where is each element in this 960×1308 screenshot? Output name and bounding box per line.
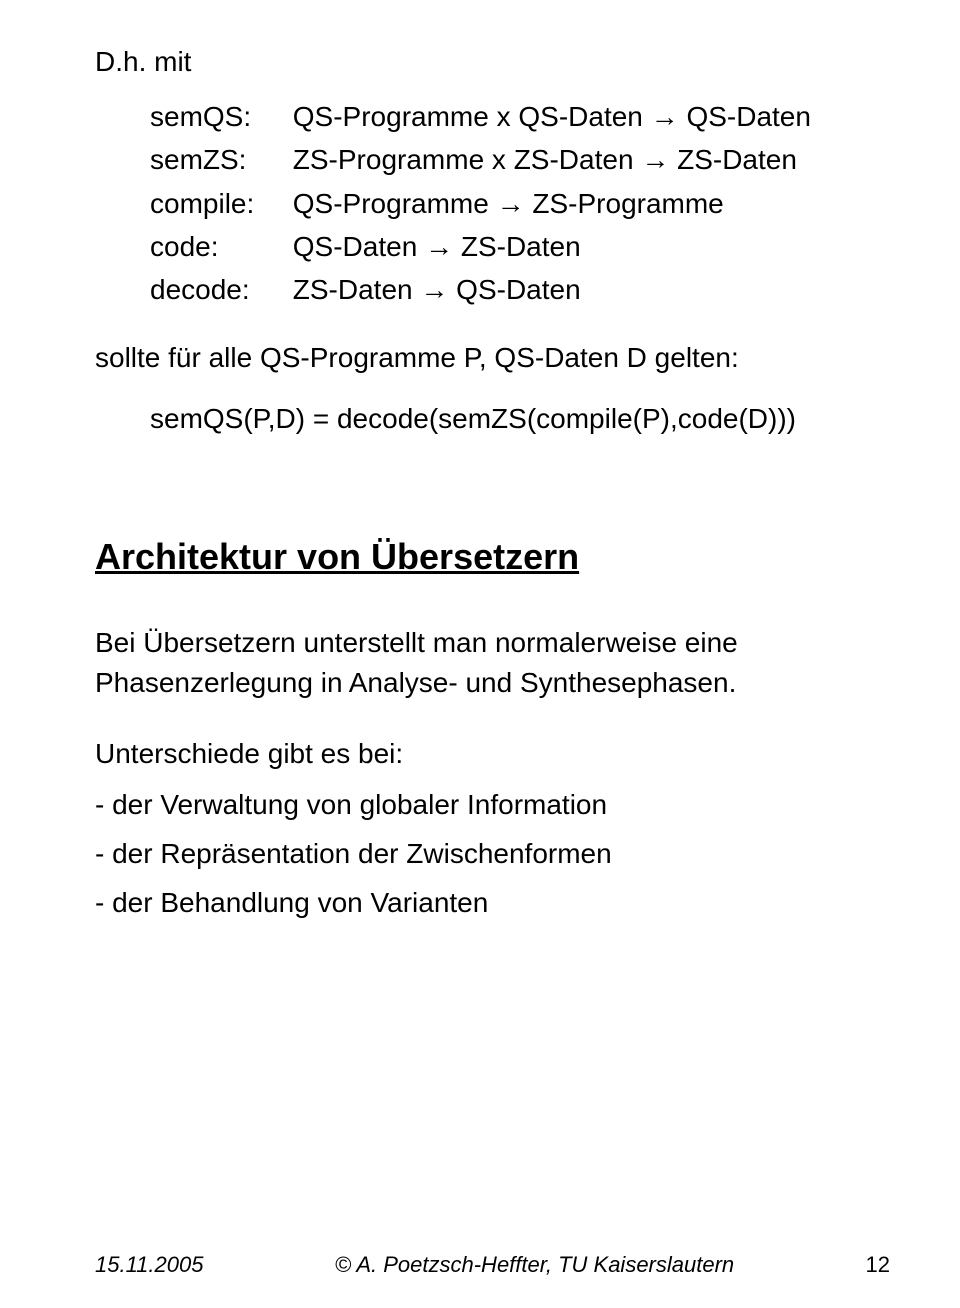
- intro-heading: D.h. mit: [95, 40, 890, 85]
- footer-date: 15.11.2005: [95, 1252, 203, 1278]
- def-rhs: ZS-Daten: [461, 231, 581, 262]
- def-semqs: semQS: QS-Programme x QS-Daten → QS-Date…: [150, 95, 890, 138]
- def-rhs: QS-Daten: [456, 274, 581, 305]
- page-footer: 15.11.2005 12 © A. Poetzsch-Heffter, TU …: [0, 1252, 960, 1278]
- def-lhs: ZS-Programme x ZS-Daten: [293, 144, 634, 175]
- equation: semQS(P,D) = decode(semZS(compile(P),cod…: [150, 397, 890, 440]
- def-lhs: ZS-Daten: [293, 274, 413, 305]
- def-compile: compile: QS-Programme → ZS-Programme: [150, 182, 890, 225]
- def-lhs: QS-Programme x QS-Daten: [293, 101, 643, 132]
- def-label: semQS:: [150, 95, 285, 138]
- arrow-icon: →: [641, 144, 669, 175]
- def-rhs: ZS-Programme: [532, 188, 723, 219]
- definition-block: semQS: QS-Programme x QS-Daten → QS-Date…: [150, 95, 890, 312]
- paragraph-1: Bei Übersetzern unterstellt man normaler…: [95, 623, 890, 704]
- list-item: - der Behandlung von Varianten: [95, 878, 890, 927]
- def-label: decode:: [150, 268, 285, 311]
- bullet-list: - der Verwaltung von globaler Informatio…: [95, 780, 890, 927]
- arrow-icon: →: [425, 231, 453, 262]
- def-lhs: QS-Daten: [293, 231, 418, 262]
- arrow-icon: →: [651, 101, 679, 132]
- footer-page-number: 12: [866, 1252, 890, 1278]
- arrow-icon: →: [497, 188, 525, 219]
- def-lhs: QS-Programme: [293, 188, 489, 219]
- def-label: semZS:: [150, 138, 285, 181]
- arrow-icon: →: [420, 274, 448, 305]
- def-semzs: semZS: ZS-Programme x ZS-Daten → ZS-Date…: [150, 138, 890, 181]
- list-item: - der Repräsentation der Zwischenformen: [95, 829, 890, 878]
- list-item: - der Verwaltung von globaler Informatio…: [95, 780, 890, 829]
- footer-author: © A. Poetzsch-Heffter, TU Kaiserslautern: [95, 1252, 890, 1278]
- def-label: code:: [150, 225, 285, 268]
- condition-text: sollte für alle QS-Programme P, QS-Daten…: [95, 336, 890, 379]
- page: D.h. mit semQS: QS-Programme x QS-Daten …: [0, 0, 960, 1308]
- def-rhs: ZS-Daten: [677, 144, 797, 175]
- def-code: code: QS-Daten → ZS-Daten: [150, 225, 890, 268]
- section-title: Architektur von Übersetzern: [95, 536, 890, 578]
- def-label: compile:: [150, 182, 285, 225]
- paragraph-2: Unterschiede gibt es bei:: [95, 734, 890, 775]
- def-rhs: QS-Daten: [686, 101, 811, 132]
- def-decode: decode: ZS-Daten → QS-Daten: [150, 268, 890, 311]
